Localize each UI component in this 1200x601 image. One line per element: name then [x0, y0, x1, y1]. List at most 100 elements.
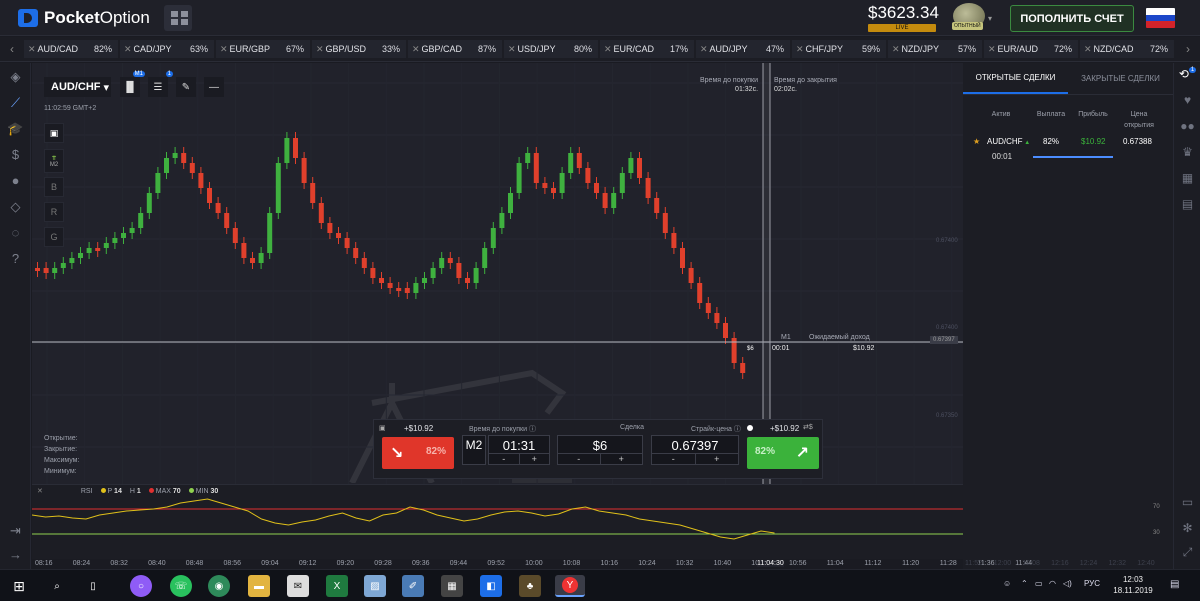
trade-marker[interactable]: $6 [747, 345, 754, 354]
amount-plus-button[interactable]: + [599, 454, 643, 464]
news-icon[interactable]: ▤ [1174, 197, 1200, 211]
education-icon[interactable]: 🎓 [0, 121, 31, 137]
app-icon[interactable]: ◉ [208, 575, 230, 597]
game-icon[interactable]: ♣ [519, 575, 541, 597]
tray-up-icon[interactable]: ⌃ [1021, 579, 1028, 588]
side-button-b[interactable]: B [44, 177, 64, 197]
collapse-icon[interactable]: → [0, 547, 31, 562]
amount-stepper[interactable]: $6 - + [557, 435, 643, 465]
network-icon[interactable]: ▭ [1035, 579, 1043, 588]
ticker-item[interactable]: ✕ AUD/CAD 82% [24, 40, 118, 58]
close-icon[interactable]: ✕ [604, 44, 612, 54]
ticker-item[interactable]: ✕ EUR/AUD 72% [984, 40, 1078, 58]
gift-icon[interactable]: ▣ [44, 123, 64, 143]
chevron-right-icon[interactable]: › [1176, 42, 1200, 56]
tab-closed-trades[interactable]: ЗАКРЫТЫЕ СДЕЛКИ [1068, 63, 1173, 94]
balance[interactable]: $3623.34 LIVE [868, 3, 939, 32]
calculator-icon[interactable]: ▦ [441, 575, 463, 597]
ticker-item[interactable]: ✕ NZD/JPY 57% [888, 40, 982, 58]
paint-icon[interactable]: ✐ [402, 575, 424, 597]
system-clock[interactable]: 12:03 18.11.2019 [1110, 574, 1156, 596]
tab-open-trades[interactable]: ОТКРЫТЫЕ СДЕЛКИ [963, 63, 1068, 94]
ticker-item[interactable]: ✕ NZD/CAD 72% [1080, 40, 1174, 58]
chevron-down-icon[interactable]: ▾ [988, 14, 992, 23]
ticker-item[interactable]: ✕ GBP/USD 33% [312, 40, 406, 58]
logout-icon[interactable]: ⇥ [0, 523, 31, 539]
close-icon[interactable]: ✕ [412, 44, 420, 54]
strike-stepper[interactable]: 0.67397 - + [651, 435, 739, 465]
wifi-icon[interactable]: ◠ [1049, 579, 1056, 588]
close-icon[interactable]: ✕ [892, 44, 900, 54]
chevron-left-icon[interactable]: ‹ [0, 42, 24, 56]
timeframe-button[interactable]: ⇈ M2 [44, 149, 64, 173]
photos-icon[interactable]: ▨ [364, 575, 386, 597]
ticker-item[interactable]: ✕ CAD/JPY 63% [120, 40, 214, 58]
chart-type-button[interactable]: ▐▌ M1 [120, 71, 145, 97]
chat-icon[interactable]: ◌ [0, 225, 31, 240]
star-icon[interactable]: ★ [973, 137, 980, 146]
close-icon[interactable]: ✕ [508, 44, 516, 54]
close-icon[interactable]: ✕ [316, 44, 324, 54]
settings-icon[interactable]: ✻ [1174, 521, 1200, 535]
file-explorer-icon[interactable]: ▬ [248, 575, 270, 597]
chart-icon[interactable]: ⟋ [0, 95, 31, 111]
strike-toggle[interactable] [746, 425, 753, 431]
ticker-item[interactable]: ✕ USD/JPY 80% [504, 40, 598, 58]
ticker-item[interactable]: ✕ CHF/JPY 59% [792, 40, 886, 58]
deposit-button[interactable]: ПОПОЛНИТЬ СЧЕТ [1010, 5, 1134, 32]
time-plus-button[interactable]: + [518, 454, 550, 464]
close-icon[interactable]: ✕ [988, 44, 996, 54]
alice-app-icon[interactable]: ○ [130, 575, 152, 597]
task-view-icon[interactable]: ▯ [82, 575, 104, 597]
windows-start-icon[interactable]: ⊞ [8, 575, 30, 597]
whatsapp-icon[interactable]: ☏ [170, 575, 192, 597]
pocket-option-app-icon[interactable]: ◧ [480, 575, 502, 597]
amount-minus-button[interactable]: - [558, 454, 600, 464]
side-button-r[interactable]: R [44, 202, 64, 222]
close-icon[interactable]: ✕ [700, 44, 708, 54]
side-button-g[interactable]: G [44, 227, 64, 247]
currency-switch[interactable]: ⇄$ [803, 423, 813, 431]
close-icon[interactable]: ✕ [796, 44, 804, 54]
mail-icon[interactable]: ✉ [287, 575, 309, 597]
apps-grid-button[interactable] [164, 5, 192, 31]
buy-button[interactable]: 82% ↗ [747, 437, 819, 469]
close-icon[interactable]: ✕ [28, 44, 36, 54]
ticker-item[interactable]: ✕ EUR/CAD 17% [600, 40, 694, 58]
price-chart[interactable]: AUD/CHF ▾ ▐▌ M1 ☰ 1 ✎ — 11:02:59 GMT+2 ▣ ⇈… [32, 63, 963, 484]
calendar-icon[interactable]: ▦ [1174, 171, 1200, 185]
sell-button[interactable]: ↘ 82% [382, 437, 454, 469]
language-flag-icon[interactable] [1146, 8, 1175, 28]
layout-icon[interactable]: ▭ [1174, 495, 1200, 509]
users-icon[interactable]: ●● [1174, 119, 1200, 133]
help-icon[interactable]: ? [0, 251, 31, 266]
ticker-item[interactable]: ✕ AUD/JPY 47% [696, 40, 790, 58]
dollar-icon[interactable]: $ [0, 147, 31, 162]
language-indicator[interactable]: РУС [1084, 579, 1100, 588]
trophy-icon[interactable]: ♛ [1174, 145, 1200, 159]
draw-tool-button[interactable]: ✎ [176, 77, 196, 97]
excel-icon[interactable]: X [326, 575, 348, 597]
strike-plus-button[interactable]: + [694, 454, 739, 464]
asset-selector[interactable]: AUD/CHF ▾ [44, 77, 111, 97]
strike-minus-button[interactable]: - [652, 454, 695, 464]
yandex-browser-icon[interactable]: Y [555, 575, 585, 597]
search-icon[interactable]: ⌕ [46, 575, 68, 597]
ticker-item[interactable]: ✕ GBP/CAD 87% [408, 40, 502, 58]
close-icon[interactable]: ✕ [220, 44, 228, 54]
diamond-icon[interactable]: ◇ [0, 199, 31, 215]
user-icon[interactable]: ● [0, 173, 31, 188]
time-stepper[interactable]: 01:31 - + [488, 435, 550, 465]
trades-icon[interactable]: ⟲ 1 [1174, 67, 1200, 81]
close-icon[interactable]: ✕ [1084, 44, 1092, 54]
assets-icon[interactable]: ◈ [0, 69, 31, 85]
brand-logo[interactable]: PocketOption [18, 8, 150, 28]
collapse-panel-icon[interactable]: ▣ [379, 424, 386, 432]
volume-icon[interactable]: ◁) [1063, 579, 1072, 588]
minimize-button[interactable]: — [204, 77, 224, 97]
time-minus-button[interactable]: - [489, 454, 519, 464]
heart-icon[interactable]: ♥ [1174, 93, 1200, 107]
ticker-item[interactable]: ✕ EUR/GBP 67% [216, 40, 310, 58]
timeframe-select[interactable]: M2 [462, 435, 486, 465]
close-icon[interactable]: ✕ [124, 44, 132, 54]
